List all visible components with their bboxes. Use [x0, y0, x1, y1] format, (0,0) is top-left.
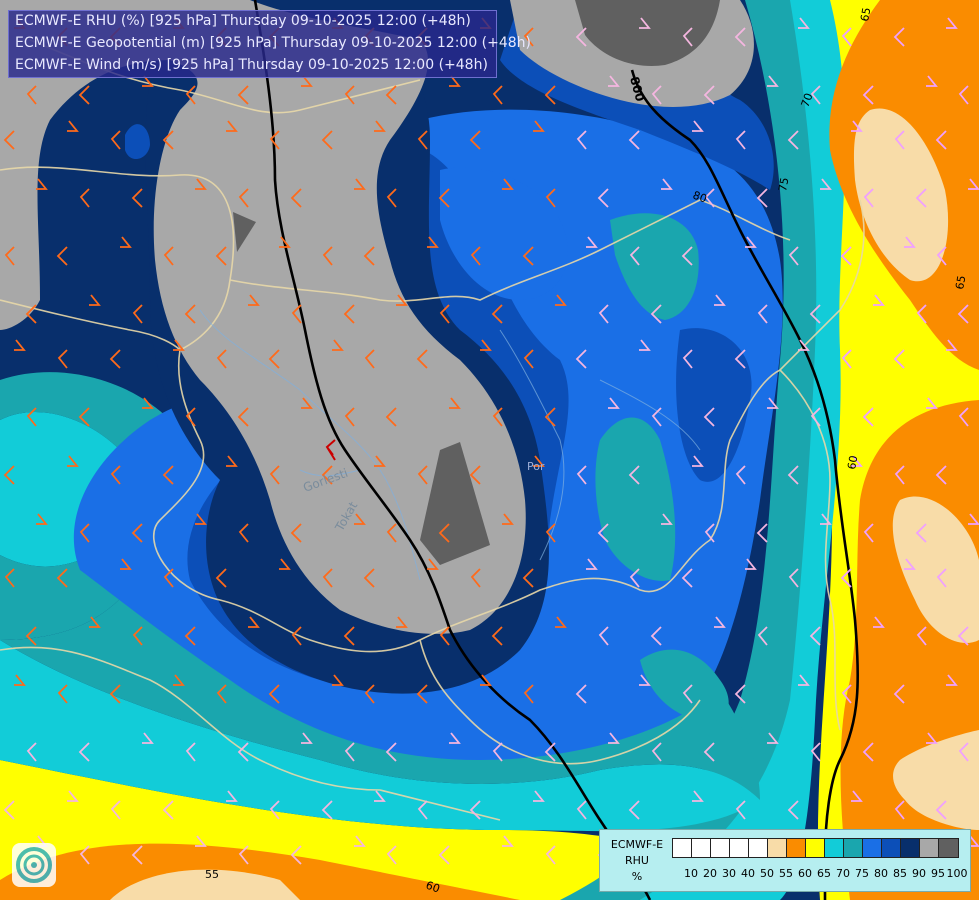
contour-label: 75: [776, 176, 791, 192]
colorbar-legend: ECMWF-E RHU % 10 20 30 40 50 55 60 65 70 75 80 85 90…: [599, 829, 971, 892]
title-line-geopotential: ECMWF-E Geopotential (m) [925 hPa] Thurs…: [15, 35, 532, 51]
weather-map: 60 65 70 75 80 55 65 60 800 Gorlesti Tok…: [0, 0, 979, 900]
map-title-box: ECMWF-E RHU (%) [925 hPa] Thursday 09-10…: [8, 10, 531, 78]
legend-swatch: [919, 838, 940, 858]
legend-swatch: [748, 838, 769, 858]
title-line-wind: ECMWF-E Wind (m/s) [925 hPa] Thursday 09…: [15, 57, 488, 73]
legend-title-unit: %: [631, 870, 643, 883]
legend-swatch: [767, 838, 788, 858]
legend-title-variable: RHU: [625, 854, 649, 867]
legend-swatch: [805, 838, 826, 858]
legend-swatch: [938, 838, 959, 858]
contour-label: 65: [858, 6, 873, 22]
contour-label: 55: [205, 868, 219, 881]
legend-swatch: [710, 838, 731, 858]
point-label: Por: [527, 460, 545, 473]
legend-swatch: [900, 838, 921, 858]
contour-label: 60: [845, 454, 860, 470]
legend-swatch: [729, 838, 750, 858]
legend-swatch: [843, 838, 864, 858]
title-line-rhu: ECMWF-E RHU (%) [925 hPa] Thursday 09-10…: [15, 13, 471, 29]
legend-swatch: [691, 838, 712, 858]
contour-label: 65: [953, 274, 968, 290]
legend-swatch: [862, 838, 883, 858]
legend-swatch: [881, 838, 902, 858]
legend-swatch: [786, 838, 807, 858]
ecmwf-swirl-icon: [16, 847, 52, 883]
legend-title-model: ECMWF-E: [610, 838, 664, 851]
legend-swatch: [824, 838, 845, 858]
legend-swatch: [672, 838, 693, 858]
legend-tick-label: 100: [946, 867, 968, 880]
ecmwf-logo: [12, 843, 56, 887]
